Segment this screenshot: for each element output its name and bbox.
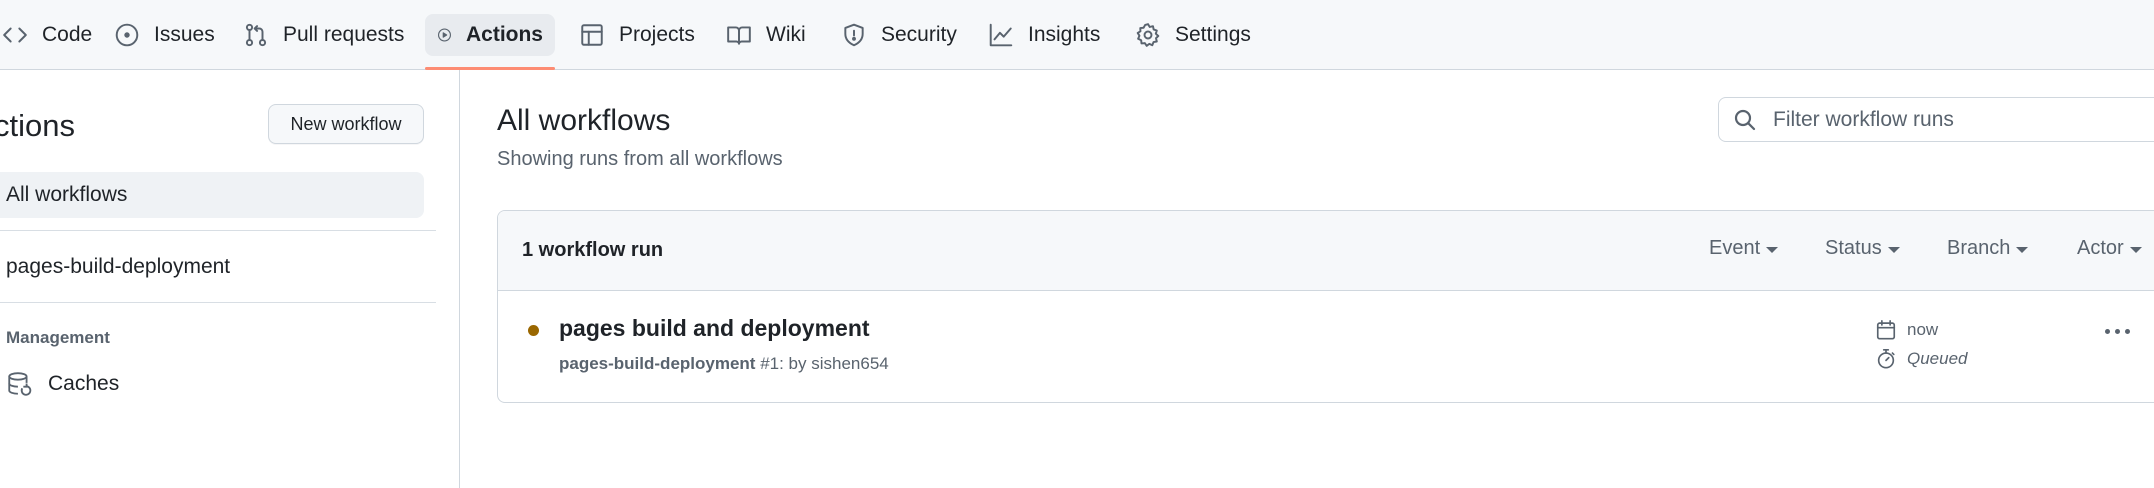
run-workflow-name[interactable]: pages-build-deployment xyxy=(559,354,755,373)
dropdown-label: Actor xyxy=(2077,237,2124,259)
tab-code[interactable]: Code xyxy=(0,14,104,56)
actions-sidebar: ctions New workflow All workflows pages-… xyxy=(0,70,460,488)
page-subtitle: Showing runs from all workflows xyxy=(497,148,783,170)
calendar-icon xyxy=(1876,320,1896,340)
tab-pull-requests-label: Pull requests xyxy=(283,23,405,46)
play-icon xyxy=(437,28,451,42)
tab-issues-label: Issues xyxy=(154,23,215,46)
actor-filter-dropdown[interactable]: Actor xyxy=(2077,237,2142,260)
tab-settings[interactable]: Settings xyxy=(1123,14,1263,56)
sidebar-divider xyxy=(0,302,436,303)
tab-issues[interactable]: Issues xyxy=(102,14,227,56)
tab-wiki-label: Wiki xyxy=(766,23,806,46)
run-time-label: now xyxy=(1907,320,1939,339)
tab-insights-label: Insights xyxy=(1028,23,1101,46)
tab-projects-label: Projects xyxy=(619,23,695,46)
new-workflow-button[interactable]: New workflow xyxy=(268,104,424,144)
caret-down-icon xyxy=(2129,246,2142,253)
filter-input[interactable] xyxy=(1771,106,2154,133)
workflow-runs-list: 1 workflow run Event Status Branch Actor… xyxy=(497,210,2154,403)
run-status-label: Queued xyxy=(1907,349,1968,368)
graph-icon xyxy=(989,23,1013,47)
book-icon xyxy=(727,26,751,45)
table-icon xyxy=(581,24,603,46)
run-number-author: #1: by sishen654 xyxy=(755,354,889,373)
status-filter-dropdown[interactable]: Status xyxy=(1825,237,1900,260)
repo-nav: Code Issues Pull requests Actions Projec… xyxy=(0,0,2154,70)
sidebar-item-label: pages-build-deployment xyxy=(6,255,231,278)
code-icon xyxy=(3,27,27,43)
dropdown-label: Event xyxy=(1709,237,1761,259)
sidebar-item-all-workflows[interactable]: All workflows xyxy=(0,172,424,218)
dropdown-label: Status xyxy=(1825,237,1882,259)
shield-icon xyxy=(844,23,864,47)
tab-insights[interactable]: Insights xyxy=(976,14,1112,56)
run-time: now xyxy=(1875,319,1938,341)
search-icon xyxy=(1734,109,1756,130)
queued-status-icon xyxy=(528,325,539,336)
kebab-horizontal-icon[interactable] xyxy=(2105,329,2130,334)
sidebar-item-label: All workflows xyxy=(6,183,128,206)
sidebar-item-caches[interactable]: Caches xyxy=(6,366,119,402)
runs-list-header: 1 workflow run Event Status Branch Actor xyxy=(498,211,2154,291)
runs-count: 1 workflow run xyxy=(522,239,664,261)
caret-down-icon xyxy=(1887,246,1900,253)
stopwatch-icon xyxy=(1877,349,1895,369)
tab-actions-label: Actions xyxy=(465,23,543,46)
sidebar-item-label: Caches xyxy=(48,372,120,395)
tab-settings-label: Settings xyxy=(1175,23,1251,46)
branch-filter-dropdown[interactable]: Branch xyxy=(1947,237,2029,260)
workflow-run-row[interactable]: pages build and deployment pages-build-d… xyxy=(498,291,2154,402)
dropdown-label: Branch xyxy=(1947,237,2011,259)
tab-wiki[interactable]: Wiki xyxy=(714,14,818,56)
page-title: All workflows xyxy=(497,104,671,137)
run-title-link[interactable]: pages build and deployment xyxy=(559,315,870,342)
tab-actions[interactable]: Actions xyxy=(425,14,555,56)
tab-projects[interactable]: Projects xyxy=(567,14,707,56)
tab-pull-requests[interactable]: Pull requests xyxy=(231,14,416,56)
issue-opened-icon xyxy=(115,23,139,47)
sidebar-item-pages-build-deployment[interactable]: pages-build-deployment xyxy=(0,244,230,290)
caret-down-icon xyxy=(2016,246,2029,253)
sidebar-divider xyxy=(0,230,436,231)
event-filter-dropdown[interactable]: Event xyxy=(1709,237,1779,260)
tab-security-label: Security xyxy=(881,23,957,46)
tab-code-label: Code xyxy=(42,23,93,46)
sidebar-title: ctions xyxy=(0,108,75,143)
caret-down-icon xyxy=(1766,246,1779,253)
filter-workflow-runs[interactable] xyxy=(1718,97,2154,142)
gear-icon xyxy=(1136,23,1160,47)
run-duration: Queued xyxy=(1875,348,1968,370)
management-heading: Management xyxy=(6,328,110,347)
tab-security[interactable]: Security xyxy=(829,14,969,56)
database-icon xyxy=(8,372,32,396)
git-pull-request-icon xyxy=(245,23,267,47)
run-meta: pages-build-deployment #1: by sishen654 xyxy=(559,354,889,374)
